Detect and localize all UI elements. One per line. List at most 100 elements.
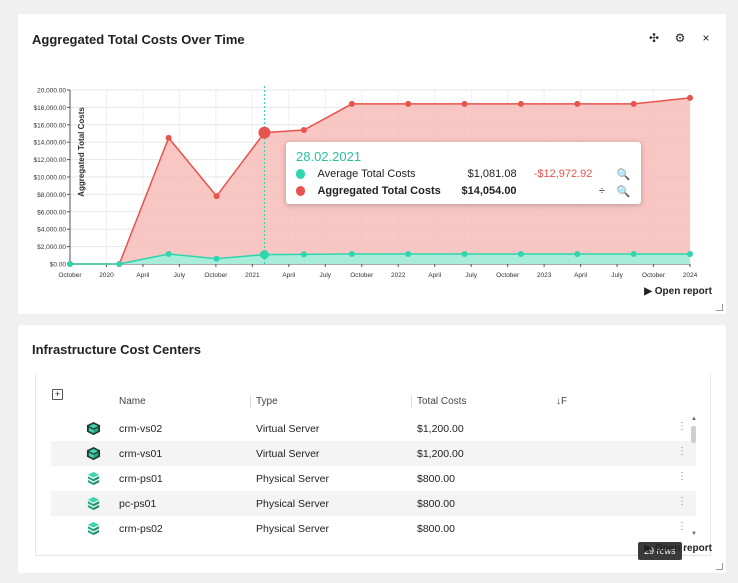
pin-icon[interactable]: ÷ (592, 185, 611, 197)
y-tick-label: $18,000.00 (33, 105, 66, 112)
virtual-server-icon (86, 446, 101, 461)
row-type: Virtual Server (256, 448, 320, 460)
y-tick-label: 20,000.00 (37, 88, 66, 95)
tooltip-row-average: Average Total Costs $1,081.08 -$12,972.9… (296, 167, 636, 181)
table-row[interactable]: crm-ps02 Physical Server $800.00 ⋮ (51, 516, 696, 541)
column-header-total-costs[interactable]: Total Costs (417, 396, 466, 407)
table-row[interactable]: crm-vs01 Virtual Server $1,200.00 ⋮ (51, 441, 696, 466)
scrollbar-thumb[interactable] (691, 426, 696, 443)
x-tick-label: April (428, 272, 442, 279)
y-tick-label: $8,000.00 (37, 192, 66, 199)
x-tick-label: October (58, 272, 82, 279)
x-tick-label: April (574, 272, 588, 279)
average-dot (296, 169, 306, 179)
row-cost: $800.00 (417, 473, 455, 485)
aggregated-point[interactable] (213, 193, 220, 200)
y-tick-label: $12,000.00 (33, 157, 66, 164)
x-tick-label: October (642, 272, 666, 279)
table-row[interactable]: crm-vs02 Virtual Server $1,200.00 ⋮ (51, 416, 696, 441)
row-name: crm-ps02 (119, 523, 163, 535)
aggregated-point[interactable] (517, 100, 524, 107)
average-point[interactable] (348, 250, 355, 257)
virtual-server-icon (86, 421, 101, 436)
aggregated-point[interactable] (405, 100, 412, 107)
x-tick-label: April (136, 272, 150, 279)
physical-server-icon (87, 521, 100, 536)
chart-panel: Aggregated Total Costs Over Time ✣ ⚙ × $… (18, 14, 726, 314)
x-tick-label: July (320, 272, 332, 279)
average-point[interactable] (259, 250, 269, 260)
table-row[interactable]: crm-ps01 Physical Server $800.00 ⋮ (51, 466, 696, 491)
row-name: crm-vs02 (119, 423, 163, 435)
scroll-up-arrow[interactable]: ▲ (691, 416, 697, 422)
x-tick-label: 2022 (391, 272, 406, 279)
y-tick-label: $6,000.00 (37, 209, 66, 216)
average-point[interactable] (461, 250, 468, 257)
y-axis-label: Aggregated Total Costs (77, 107, 86, 197)
tooltip-row-aggregated: Aggregated Total Costs $14,054.00 ÷ 🔍 (296, 184, 636, 198)
aggregated-point[interactable] (461, 100, 468, 107)
aggregated-point[interactable] (687, 94, 693, 101)
y-tick-label: $16,000.00 (33, 122, 66, 129)
sort-icon[interactable]: ↓F (556, 396, 567, 407)
tooltip-row-value: $14,054.00 (461, 185, 517, 197)
row-cost: $800.00 (417, 523, 455, 535)
physical-server-icon (87, 471, 100, 486)
aggregated-point[interactable] (258, 126, 271, 139)
aggregated-point[interactable] (630, 100, 637, 107)
aggregated-point[interactable] (574, 100, 581, 107)
scroll-down-arrow[interactable]: ▼ (691, 531, 697, 537)
physical-server-icon (87, 496, 100, 511)
x-tick-label: 2021 (245, 272, 260, 279)
row-type: Virtual Server (256, 423, 320, 435)
average-point[interactable] (405, 250, 412, 257)
average-point[interactable] (213, 255, 220, 262)
x-tick-label: October (204, 272, 228, 279)
column-divider (411, 395, 412, 408)
aggregated-point[interactable] (300, 127, 307, 134)
row-menu-icon[interactable]: ⋮ (677, 496, 687, 507)
tooltip-row-diff: -$12,972.92 (533, 168, 593, 180)
row-type: Physical Server (256, 523, 329, 535)
aggregated-dot (296, 186, 306, 196)
row-type: Physical Server (256, 473, 329, 485)
x-tick-label: April (282, 272, 296, 279)
average-point[interactable] (300, 251, 307, 258)
average-point[interactable] (687, 250, 693, 257)
average-point[interactable] (574, 250, 581, 257)
aggregated-point[interactable] (348, 100, 355, 107)
average-point[interactable] (116, 261, 123, 267)
x-tick-label: July (611, 272, 623, 279)
column-header-name[interactable]: Name (119, 396, 146, 407)
y-tick-label: $0.00 (50, 262, 67, 269)
cost-center-table: + Name Type Total Costs ↓F crm-vs02 Virt… (35, 373, 711, 560)
average-point[interactable] (517, 250, 524, 257)
open-report-link[interactable]: ▶ Open report (644, 543, 712, 554)
y-tick-label: $14,000.00 (33, 140, 66, 147)
table-panel: Infrastructure Cost Centers + Name Type … (18, 325, 726, 573)
row-name: crm-vs01 (119, 448, 163, 460)
resize-handle[interactable] (716, 563, 723, 570)
row-menu-icon[interactable]: ⋮ (677, 446, 687, 457)
table-row[interactable]: pc-ps01 Physical Server $800.00 ⋮ (51, 491, 696, 516)
open-report-link[interactable]: ▶ Open report (644, 286, 712, 297)
x-tick-label: 2020 (99, 272, 114, 279)
search-icon[interactable]: 🔍 (611, 185, 636, 198)
row-name: pc-ps01 (119, 498, 157, 510)
x-tick-label: October (350, 272, 374, 279)
add-column-icon[interactable]: + (52, 389, 63, 400)
x-tick-label: 2023 (537, 272, 552, 279)
average-point[interactable] (67, 261, 73, 267)
average-point[interactable] (165, 250, 172, 257)
aggregated-point[interactable] (165, 134, 172, 141)
x-tick-label: October (496, 272, 520, 279)
average-point[interactable] (630, 250, 637, 257)
search-icon[interactable]: 🔍 (611, 168, 636, 181)
column-header-type[interactable]: Type (256, 396, 278, 407)
tooltip-date: 28.02.2021 (296, 149, 362, 164)
row-menu-icon[interactable]: ⋮ (677, 521, 687, 532)
column-divider (250, 395, 251, 408)
row-menu-icon[interactable]: ⋮ (677, 421, 687, 432)
row-menu-icon[interactable]: ⋮ (677, 471, 687, 482)
resize-handle[interactable] (716, 304, 723, 311)
